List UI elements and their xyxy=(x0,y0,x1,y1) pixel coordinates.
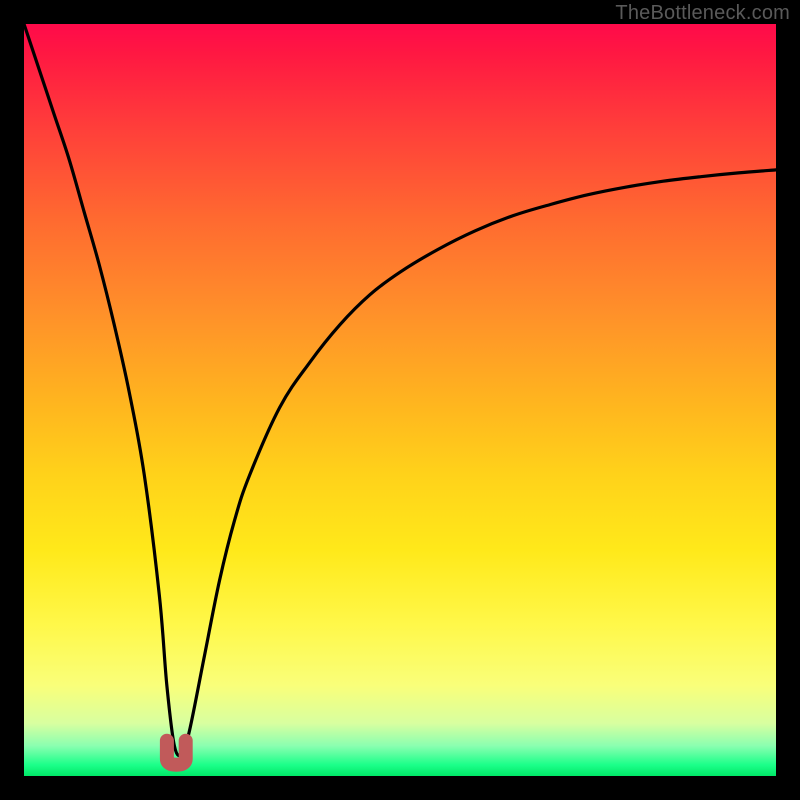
watermark-text: TheBottleneck.com xyxy=(615,2,790,25)
chart-frame: TheBottleneck.com xyxy=(0,0,800,800)
plot-area xyxy=(24,24,776,776)
bottleneck-curve xyxy=(24,24,776,755)
curve-layer xyxy=(24,24,776,776)
